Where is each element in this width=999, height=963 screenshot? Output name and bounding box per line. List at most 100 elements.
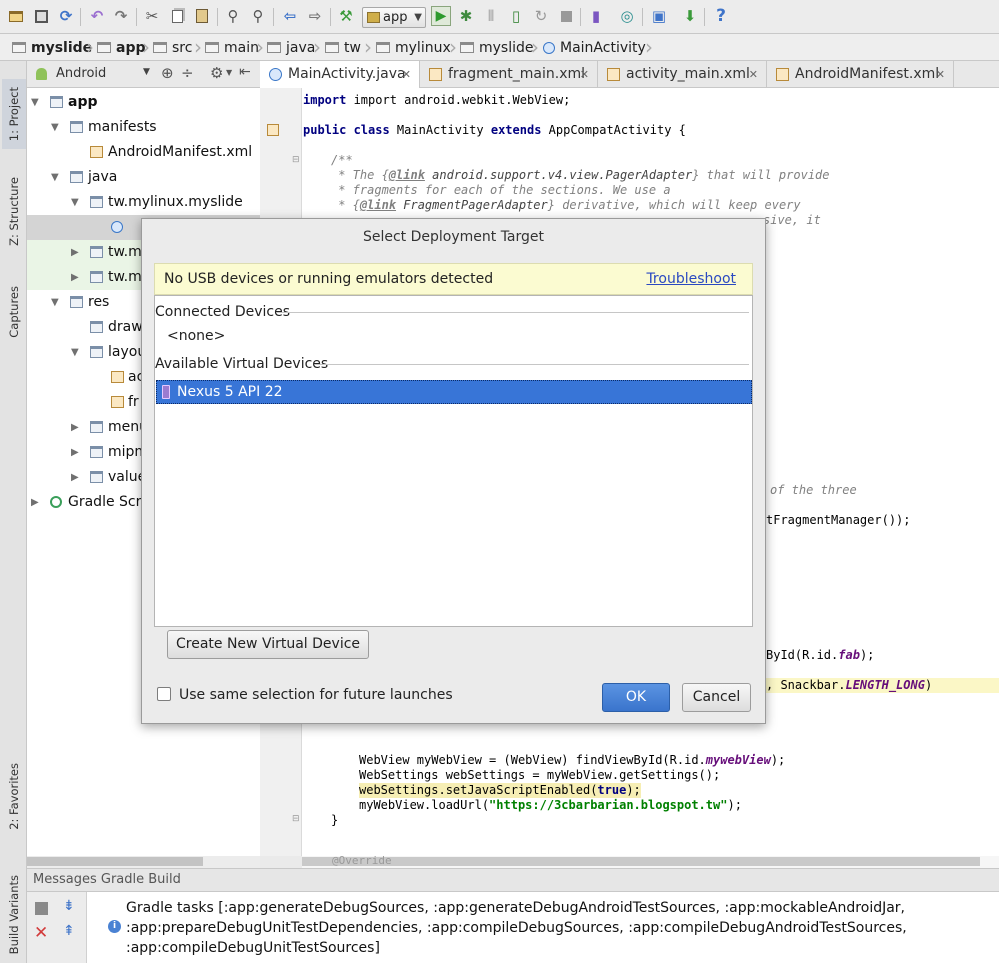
find-icon[interactable]: ⚲: [224, 7, 242, 25]
chevron-down-icon[interactable]: ▼: [226, 68, 232, 77]
project-structure-icon[interactable]: ▣: [650, 7, 668, 25]
expand-arrow-icon[interactable]: ▶: [71, 423, 79, 433]
code-text: * {: [331, 198, 360, 212]
tool-tab-project[interactable]: 1: Project: [2, 79, 26, 149]
troubleshoot-link[interactable]: Troubleshoot: [646, 264, 736, 294]
scroll-from-source-icon[interactable]: ⊕: [161, 64, 174, 82]
collapse-all-icon[interactable]: ÷: [181, 64, 194, 82]
breadcrumb-item-myslide[interactable]: myslide: [12, 34, 92, 61]
breadcrumb-item-myslide-pkg[interactable]: myslide: [460, 34, 534, 61]
replace-icon[interactable]: ⚲: [249, 7, 267, 25]
folder-icon: [267, 42, 281, 53]
project-horizontal-scrollbar[interactable]: [27, 856, 260, 868]
expand-arrow-icon[interactable]: ▼: [51, 298, 59, 308]
stop-icon[interactable]: [35, 902, 48, 915]
create-new-virtual-device-button[interactable]: Create New Virtual Device: [167, 630, 369, 659]
close-icon[interactable]: ✕: [402, 61, 411, 88]
chevron-down-icon[interactable]: ▼: [143, 67, 150, 77]
forward-icon[interactable]: ⇨: [306, 7, 324, 25]
folder-icon: [90, 471, 103, 483]
tool-tab-favorites[interactable]: 2: Favorites: [2, 761, 26, 831]
tree-item[interactable]: ▼ manifests: [27, 115, 260, 140]
breadcrumb-item-java[interactable]: java: [267, 34, 315, 61]
tree-item[interactable]: AndroidManifest.xml: [27, 140, 260, 165]
cut-icon[interactable]: ✂: [143, 7, 161, 25]
breadcrumb-item-tw[interactable]: tw: [325, 34, 361, 61]
folder-icon: [70, 121, 83, 133]
xml-file-icon: [776, 68, 789, 81]
expand-all-icon[interactable]: ⇟: [63, 898, 75, 914]
breadcrumb-item-app[interactable]: app: [97, 34, 146, 61]
expand-arrow-icon[interactable]: ▼: [71, 348, 79, 358]
run-icon[interactable]: ▶: [431, 6, 451, 26]
stop-icon[interactable]: [557, 7, 575, 25]
expand-arrow-icon[interactable]: ▶: [71, 273, 79, 283]
breadcrumb-item-src[interactable]: src: [153, 34, 192, 61]
help-icon[interactable]: ?: [712, 7, 730, 25]
attach-debugger-icon[interactable]: ⫴: [482, 7, 500, 25]
make-icon[interactable]: ⚒: [337, 7, 355, 25]
expand-arrow-icon[interactable]: ▼: [51, 123, 59, 133]
expand-arrow-icon[interactable]: ▶: [71, 248, 79, 258]
tool-tab-structure[interactable]: Z: Structure: [2, 175, 26, 247]
back-icon[interactable]: ⇦: [281, 7, 299, 25]
breadcrumb-item-mainactivity[interactable]: MainActivity: [543, 34, 646, 61]
close-icon[interactable]: ✕: [34, 923, 48, 943]
checkbox-label: Use same selection for future launches: [179, 687, 453, 703]
undo-icon[interactable]: ↶: [88, 7, 106, 25]
apply-changes-icon[interactable]: ↻: [532, 7, 550, 25]
tree-item[interactable]: ▼ java: [27, 165, 260, 190]
expand-arrow-icon[interactable]: ▼: [71, 198, 79, 208]
tree-item[interactable]: ▼ app: [27, 90, 260, 115]
fold-icon[interactable]: ⊟: [292, 155, 300, 165]
same-selection-checkbox-row[interactable]: Use same selection for future launches: [157, 686, 453, 706]
gear-icon[interactable]: ⚙: [210, 64, 223, 82]
expand-arrow-icon[interactable]: ▼: [31, 98, 39, 108]
sync-icon[interactable]: ⟳: [57, 7, 75, 25]
select-deployment-target-dialog: Select Deployment Target No USB devices …: [141, 218, 766, 724]
tool-tab-build-variants[interactable]: Build Variants: [2, 875, 26, 954]
breadcrumb-item-mylinux[interactable]: mylinux: [376, 34, 451, 61]
tool-tab-captures[interactable]: Captures: [2, 281, 26, 343]
expand-arrow-icon[interactable]: ▶: [71, 448, 79, 458]
avd-manager-icon[interactable]: ▮: [587, 7, 605, 25]
run-coverage-icon[interactable]: ▯: [507, 7, 525, 25]
debug-icon[interactable]: ✱: [457, 7, 475, 25]
open-icon[interactable]: [7, 7, 25, 25]
tab-mainactivity-java[interactable]: MainActivity.java ✕: [260, 61, 420, 89]
copy-icon[interactable]: [168, 7, 186, 25]
paste-icon[interactable]: [193, 7, 211, 25]
folder-icon: [153, 42, 167, 53]
fold-icon[interactable]: ⊟: [292, 814, 300, 824]
run-configuration-select[interactable]: app ▼: [362, 7, 426, 28]
redo-icon[interactable]: ↷: [112, 7, 130, 25]
close-icon[interactable]: ✕: [936, 61, 945, 88]
tab-fragment-main-xml[interactable]: fragment_main.xml ✕: [420, 61, 598, 88]
editor-tabs: MainActivity.java ✕ fragment_main.xml ✕ …: [260, 61, 999, 89]
device-row-nexus5[interactable]: Nexus 5 API 22: [156, 380, 752, 404]
close-icon[interactable]: ✕: [749, 61, 758, 88]
section-label: Available Virtual Devices: [155, 356, 329, 372]
expand-arrow-icon[interactable]: ▼: [51, 173, 59, 183]
code-text: extends: [490, 123, 549, 137]
save-icon[interactable]: [32, 7, 50, 25]
sdk-manager-icon[interactable]: ◎: [618, 7, 636, 25]
tab-label: AndroidManifest.xml: [795, 66, 940, 82]
ok-button[interactable]: OK: [602, 683, 670, 712]
close-icon[interactable]: ✕: [580, 61, 589, 88]
hide-panel-icon[interactable]: ⇤: [239, 64, 251, 80]
layout-gutter-icon[interactable]: [267, 124, 279, 136]
project-view-mode[interactable]: Android: [56, 66, 106, 81]
editor-horizontal-scrollbar[interactable]: @Override: [302, 855, 999, 868]
expand-arrow-icon[interactable]: ▶: [31, 498, 39, 508]
tab-androidmanifest-xml[interactable]: AndroidManifest.xml ✕: [767, 61, 954, 88]
messages-panel-header[interactable]: Messages Gradle Build: [27, 868, 999, 892]
breadcrumb-item-main[interactable]: main: [205, 34, 259, 61]
gradle-sync-icon[interactable]: ⬇: [681, 7, 699, 25]
tab-activity-main-xml[interactable]: activity_main.xml ✕: [598, 61, 767, 88]
same-selection-checkbox[interactable]: [157, 687, 171, 701]
tree-item[interactable]: ▼ tw.mylinux.myslide: [27, 190, 260, 215]
collapse-all-icon[interactable]: ⇞: [63, 923, 75, 939]
cancel-button[interactable]: Cancel: [682, 683, 751, 712]
expand-arrow-icon[interactable]: ▶: [71, 473, 79, 483]
